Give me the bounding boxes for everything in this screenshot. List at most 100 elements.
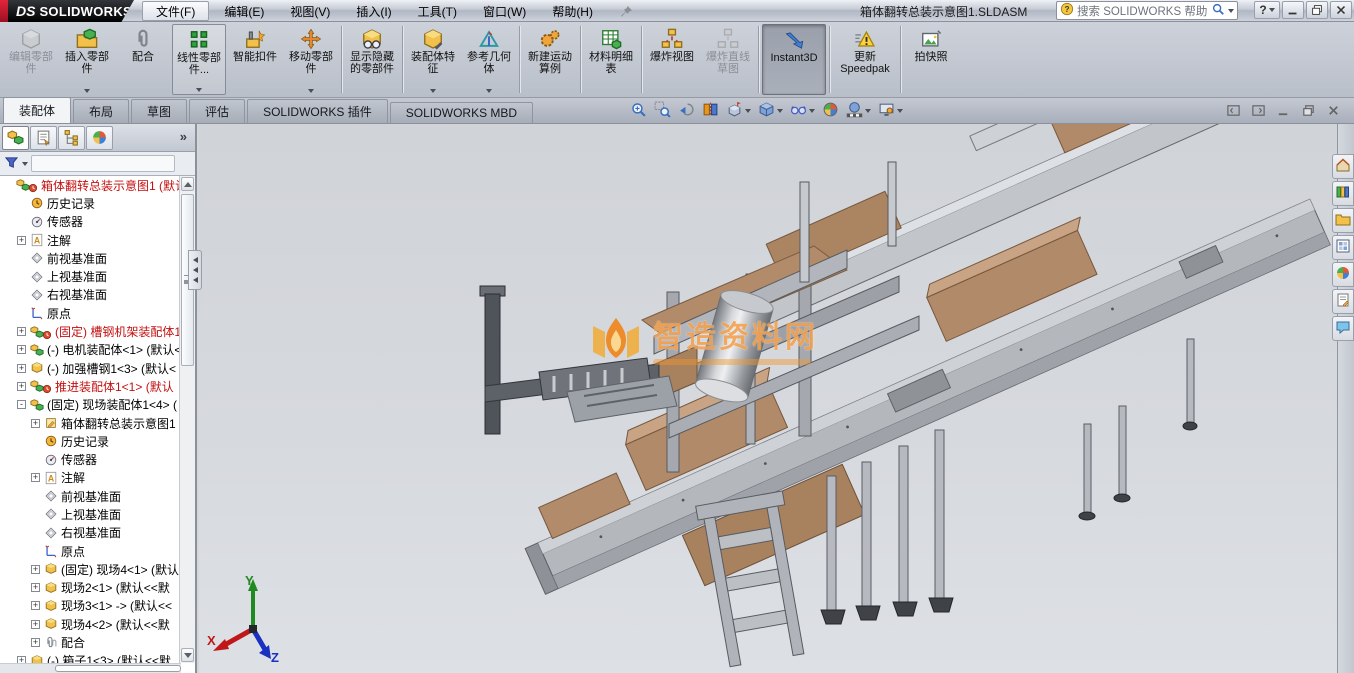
- expander-plus[interactable]: +: [17, 382, 26, 391]
- taskpane-tab-design-library[interactable]: [1332, 181, 1354, 206]
- dropdown-arrow-icon[interactable]: [809, 109, 815, 113]
- view-orientation-button[interactable]: [724, 100, 753, 122]
- close-button[interactable]: [1330, 1, 1352, 19]
- hscroll-thumb[interactable]: [55, 665, 181, 672]
- dropdown-arrow-icon[interactable]: [745, 109, 751, 113]
- tree-item[interactable]: 右视基准面: [0, 286, 179, 304]
- panel-splitter-handle[interactable]: [188, 250, 202, 290]
- tree-item[interactable]: -(固定) 现场装配体1<4> (: [0, 396, 179, 414]
- ribbon-assembly-feature[interactable]: 装配体特征: [406, 24, 460, 95]
- pane-toggle-right-button[interactable]: [1249, 102, 1267, 118]
- taskpane-tab-custom-properties[interactable]: [1332, 289, 1354, 314]
- tree-item[interactable]: +现场3<1> -> (默认<<: [0, 597, 179, 615]
- tree-item[interactable]: +A注解: [0, 231, 179, 249]
- tree-item[interactable]: 前视基准面: [0, 249, 179, 267]
- graphics-viewport[interactable]: 智造资料网 Y X Z: [199, 124, 1337, 673]
- section-view-button[interactable]: [700, 100, 721, 122]
- tree-item[interactable]: 历史记录: [0, 194, 179, 212]
- doc-minimize-button[interactable]: [1274, 102, 1292, 118]
- ribbon-insert-component[interactable]: 插入零部件: [60, 24, 114, 95]
- ribbon-instant3d[interactable]: Instant3D: [762, 24, 826, 95]
- tree-item[interactable]: 右视基准面: [0, 524, 179, 542]
- tree-item[interactable]: +(-) 电机装配体<1> (默认<: [0, 341, 179, 359]
- expander-plus[interactable]: +: [31, 565, 40, 574]
- ribbon-snapshot[interactable]: 拍快照: [904, 24, 958, 95]
- tree-item[interactable]: 原点: [0, 542, 179, 560]
- tree-item[interactable]: +现场4<2> (默认<<默: [0, 615, 179, 633]
- menu-工具[interactable]: 工具(T): [405, 0, 470, 22]
- tree-item[interactable]: 前视基准面: [0, 487, 179, 505]
- taskpane-tab-file-explorer[interactable]: [1332, 208, 1354, 233]
- panel-tab-featuremanager[interactable]: [2, 126, 29, 150]
- tree-item[interactable]: +推进装配体1<1> (默认: [0, 377, 179, 395]
- ribbon-move-component[interactable]: 移动零部件: [284, 24, 338, 95]
- dropdown-arrow-icon[interactable]: [777, 109, 783, 113]
- view-settings-button[interactable]: [876, 100, 905, 122]
- expander-minus[interactable]: -: [17, 400, 26, 409]
- dropdown-arrow-icon[interactable]: [486, 89, 492, 93]
- tab-评估[interactable]: 评估: [189, 99, 245, 123]
- tree-item[interactable]: 传感器: [0, 213, 179, 231]
- tree-item[interactable]: 历史记录: [0, 432, 179, 450]
- tree-item[interactable]: +现场2<1> (默认<<默: [0, 579, 179, 597]
- tree-item[interactable]: +(固定) 现场4<1> (默认: [0, 560, 179, 578]
- menu-帮助[interactable]: 帮助(H): [539, 0, 606, 22]
- pane-toggle-left-button[interactable]: [1224, 102, 1242, 118]
- taskpane-tab-solidworks-resources[interactable]: [1332, 154, 1354, 179]
- scroll-up-button[interactable]: [181, 177, 194, 191]
- edit-appearance-button[interactable]: [820, 100, 841, 122]
- dropdown-arrow-icon[interactable]: [897, 109, 903, 113]
- ribbon-smart-fastener[interactable]: 智能扣件: [228, 24, 282, 95]
- hide-show-items-button[interactable]: [788, 100, 817, 122]
- search-input[interactable]: 搜索 SOLIDWORKS 帮助: [1077, 3, 1208, 19]
- panel-tab-displaymanager[interactable]: [86, 126, 113, 150]
- filter-dropdown-icon[interactable]: [22, 162, 28, 166]
- panel-tabs-more[interactable]: »: [180, 129, 193, 146]
- expander-plus[interactable]: +: [31, 583, 40, 592]
- ribbon-speedpak[interactable]: 更新 Speedpak: [833, 24, 897, 95]
- expander-plus[interactable]: +: [31, 638, 40, 647]
- menu-视图[interactable]: 视图(V): [277, 0, 343, 22]
- tree-item[interactable]: 传感器: [0, 450, 179, 468]
- tree-item[interactable]: +箱体翻转总装示意图1: [0, 414, 179, 432]
- display-style-button[interactable]: [756, 100, 785, 122]
- ribbon-linear-pattern[interactable]: 线性零部件...: [172, 24, 226, 95]
- zoom-to-fit-button[interactable]: [628, 100, 649, 122]
- expander-plus[interactable]: +: [17, 327, 26, 336]
- expander-plus[interactable]: +: [17, 236, 26, 245]
- previous-view-button[interactable]: [676, 100, 697, 122]
- restore-button[interactable]: [1306, 1, 1328, 19]
- dropdown-arrow-icon[interactable]: [84, 89, 90, 93]
- tab-草图[interactable]: 草图: [131, 99, 187, 123]
- ribbon-mate[interactable]: 配合: [116, 24, 170, 95]
- dropdown-arrow-icon[interactable]: [196, 88, 202, 92]
- expander-plus[interactable]: +: [17, 364, 26, 373]
- tree-item[interactable]: 上视基准面: [0, 505, 179, 523]
- scroll-down-button[interactable]: [181, 648, 194, 662]
- apply-scene-button[interactable]: [844, 100, 873, 122]
- expander-plus[interactable]: +: [17, 656, 26, 663]
- tree-item[interactable]: +(-) 箱子1<3> (默认<<默: [0, 652, 179, 663]
- pin-icon[interactable]: [606, 0, 647, 22]
- filter-funnel-icon[interactable]: [4, 155, 19, 173]
- search-icon[interactable]: [1211, 2, 1225, 19]
- expander-plus[interactable]: +: [31, 473, 40, 482]
- expander-plus[interactable]: +: [31, 601, 40, 610]
- ribbon-bom[interactable]: 材料明细表: [584, 24, 638, 95]
- search-dropdown-icon[interactable]: [1228, 9, 1234, 13]
- dropdown-arrow-icon[interactable]: [430, 89, 436, 93]
- menu-插入[interactable]: 插入(I): [343, 0, 404, 22]
- expander-plus[interactable]: +: [17, 345, 26, 354]
- tab-SOLIDWORKS 插件[interactable]: SOLIDWORKS 插件: [247, 99, 388, 123]
- tree-item[interactable]: 原点: [0, 304, 179, 322]
- menu-文件[interactable]: 文件(F): [142, 1, 209, 21]
- tab-SOLIDWORKS MBD[interactable]: SOLIDWORKS MBD: [390, 102, 533, 123]
- taskpane-tab-appearances-scenes[interactable]: [1332, 262, 1354, 287]
- dropdown-arrow-icon[interactable]: [308, 89, 314, 93]
- minimize-button[interactable]: [1282, 1, 1304, 19]
- doc-restore-button[interactable]: [1299, 102, 1317, 118]
- tab-装配体[interactable]: 装配体: [3, 97, 71, 123]
- menu-窗口[interactable]: 窗口(W): [470, 0, 539, 22]
- tree-horizontal-scrollbar[interactable]: [0, 663, 181, 673]
- ribbon-motion-study[interactable]: 新建运动算例: [523, 24, 577, 95]
